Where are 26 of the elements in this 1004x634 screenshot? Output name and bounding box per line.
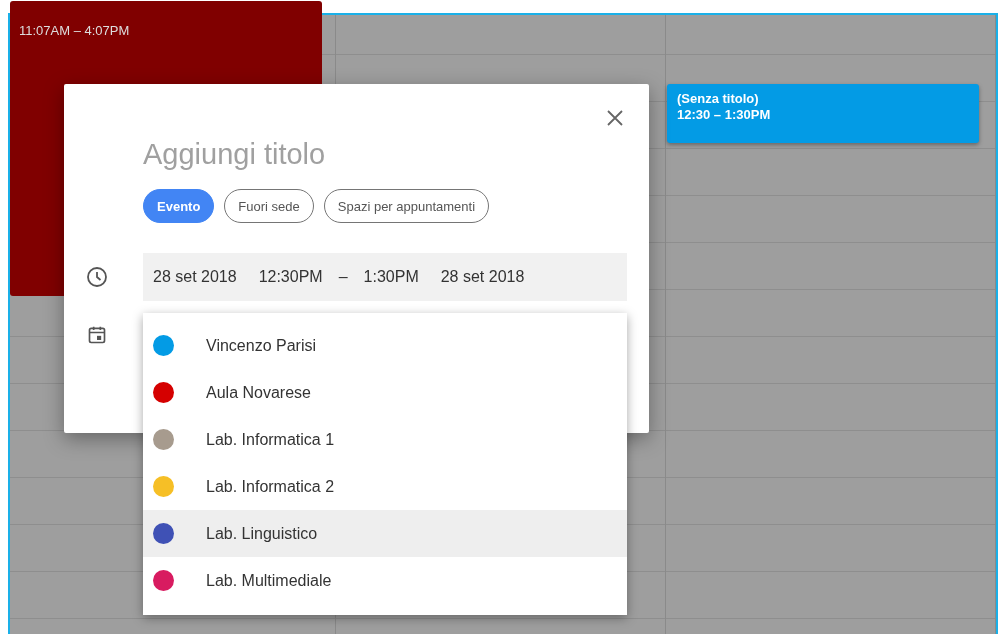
type-chip[interactable]: Spazi per appuntamenti bbox=[323, 189, 490, 223]
calendar-name: Lab. Informatica 1 bbox=[206, 430, 335, 449]
event-time: 11:07AM – 4:07PM bbox=[19, 23, 131, 39]
range-separator: – bbox=[338, 268, 348, 286]
date-time-field[interactable]: 28 set 2018 12:30PM – 1:30PM 28 set 2018 bbox=[143, 253, 627, 301]
calendar-option[interactable]: Lab. Linguistico bbox=[143, 510, 627, 557]
event-title: (Senza titolo) bbox=[677, 91, 760, 107]
calendar-option[interactable]: Aula Novarese bbox=[143, 369, 627, 416]
type-chip[interactable]: Evento bbox=[143, 189, 215, 223]
calendar-icon bbox=[87, 325, 107, 345]
clock-icon bbox=[85, 265, 109, 289]
calendar-name: Lab. Linguistico bbox=[206, 524, 318, 543]
calendar-option[interactable]: Lab. Informatica 2 bbox=[143, 463, 627, 510]
calendar-option[interactable]: Lab. Multimediale bbox=[143, 557, 627, 604]
end-time: 1:30PM bbox=[363, 268, 419, 286]
calendar-name: Lab. Multimediale bbox=[206, 571, 332, 590]
calendar-name: Aula Novarese bbox=[206, 383, 311, 402]
calendar-name: Lab. Informatica 2 bbox=[206, 477, 335, 496]
start-time: 12:30PM bbox=[258, 268, 323, 286]
calendar-option[interactable]: Vincenzo Parisi bbox=[143, 322, 627, 369]
calendar-name: Vincenzo Parisi bbox=[206, 336, 316, 355]
calendar-option[interactable]: Lab. Informatica 1 bbox=[143, 416, 627, 463]
end-date: 28 set 2018 bbox=[440, 268, 525, 286]
type-chip[interactable]: Fuori sede bbox=[224, 189, 314, 223]
event-time: 12:30 – 1:30PM bbox=[677, 107, 772, 123]
start-date: 28 set 2018 bbox=[153, 268, 237, 286]
